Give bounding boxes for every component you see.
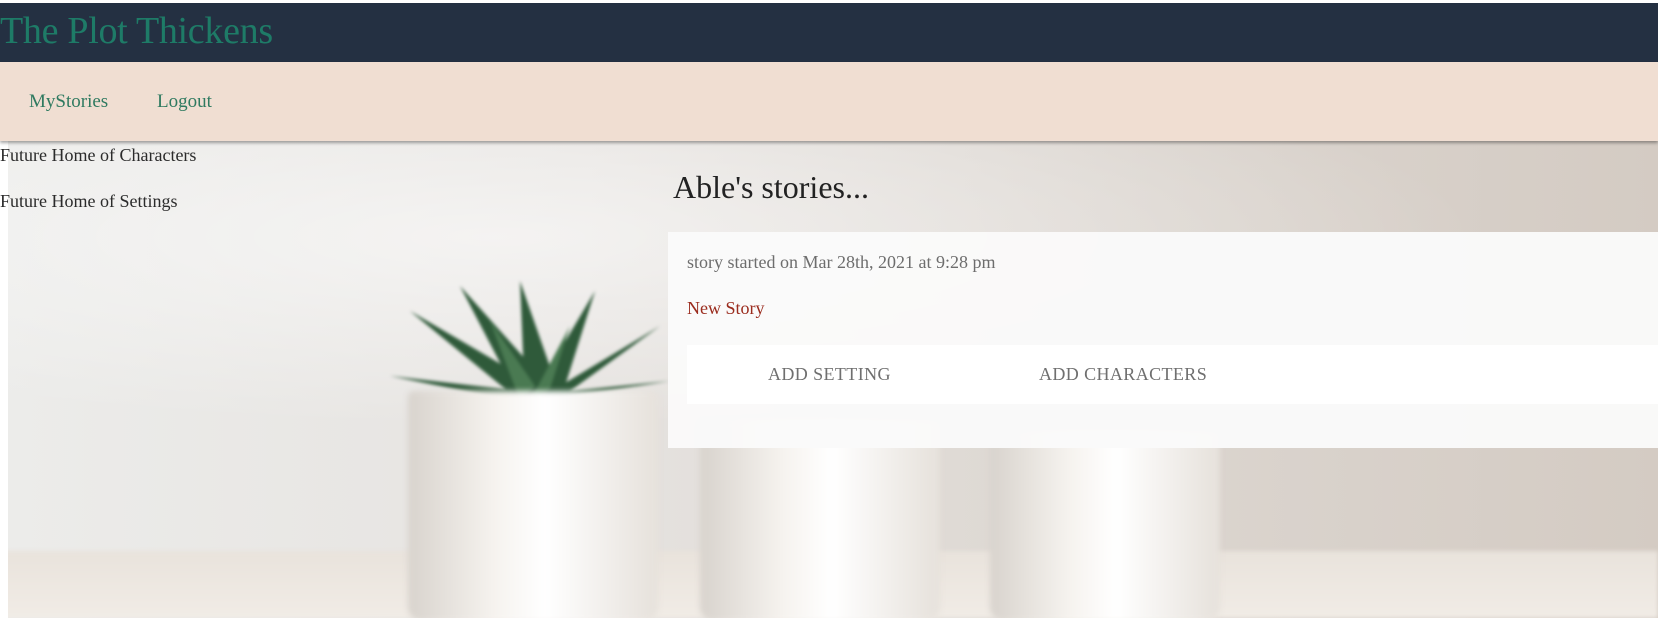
site-title[interactable]: The Plot Thickens bbox=[0, 9, 273, 53]
story-date: story started on Mar 28th, 2021 at 9:28 … bbox=[687, 252, 996, 272]
sidebar-item-characters: Future Home of Characters bbox=[0, 145, 197, 165]
plant-pot-middle bbox=[700, 421, 940, 618]
left-edge bbox=[0, 141, 8, 618]
story-card: story started on Mar 28th, 2021 at 9:28 … bbox=[668, 232, 1658, 448]
site-header: The Plot Thickens bbox=[0, 3, 1658, 62]
nav-link-mystories[interactable]: MyStories bbox=[29, 91, 108, 113]
main-nav: MyStories Logout bbox=[0, 62, 1658, 141]
add-setting-button[interactable]: ADD SETTING bbox=[768, 364, 891, 385]
plant-pot-right bbox=[990, 431, 1220, 618]
page-title: Able's stories... bbox=[673, 169, 869, 205]
story-action-bar: ADD SETTING ADD CHARACTERS bbox=[687, 345, 1658, 404]
plant-pot-left bbox=[408, 391, 658, 618]
add-characters-button[interactable]: ADD CHARACTERS bbox=[1039, 364, 1207, 385]
sidebar-item-settings: Future Home of Settings bbox=[0, 191, 178, 211]
nav-link-logout[interactable]: Logout bbox=[157, 91, 212, 113]
story-title-link[interactable]: New Story bbox=[687, 298, 765, 319]
